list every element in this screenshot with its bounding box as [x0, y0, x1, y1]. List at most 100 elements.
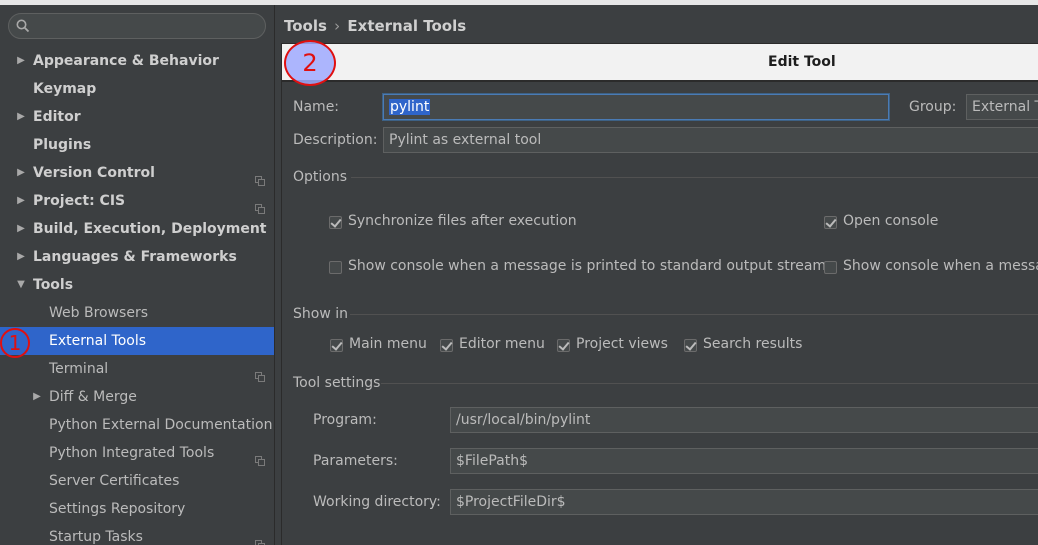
project-level-icon [255, 196, 265, 214]
group-combobox[interactable]: External Tools [966, 94, 1038, 120]
settings-search-input[interactable] [8, 13, 266, 39]
sidebar-item-python-external-documentation[interactable]: Python External Documentation [0, 411, 274, 439]
collapsed-arrow-icon[interactable]: ▶ [14, 47, 28, 75]
sidebar-item-label: Languages & Frameworks [33, 249, 237, 265]
collapsed-arrow-icon[interactable]: ▶ [14, 103, 28, 131]
show-console-stderr-checkbox[interactable] [824, 261, 837, 274]
collapsed-arrow-icon[interactable]: ▶ [14, 159, 28, 187]
sidebar-item-label: Version Control [33, 165, 155, 181]
sidebar-item-plugins[interactable]: Plugins [0, 131, 274, 159]
project-level-icon [255, 168, 265, 186]
tool-settings-section-divider [381, 383, 1038, 384]
group-label: Group: [909, 99, 957, 115]
show-in-section-divider [350, 314, 1038, 315]
sync-files-checkbox[interactable] [329, 216, 342, 229]
name-field[interactable]: pylint [383, 94, 889, 120]
working-directory-label: Working directory: [313, 494, 441, 510]
editor-menu-label[interactable]: Editor menu [459, 336, 545, 352]
main-menu-checkbox[interactable] [330, 339, 343, 352]
tool-settings-section-title: Tool settings [293, 375, 381, 391]
annotation-marker-2: 2 [284, 40, 336, 86]
sidebar-item-label: Project: CIS [33, 193, 126, 209]
project-level-icon [255, 448, 265, 466]
sidebar-item-web-browsers[interactable]: Web Browsers [0, 299, 274, 327]
dialog-title: Edit Tool [768, 54, 836, 70]
project-views-checkbox[interactable] [557, 339, 570, 352]
open-console-checkbox[interactable] [824, 216, 837, 229]
open-console-label[interactable]: Open console [843, 213, 938, 229]
sidebar-item-label: Tools [33, 277, 74, 293]
sidebar-item-editor[interactable]: ▶ Editor [0, 103, 274, 131]
settings-sidebar: ▶ Appearance & Behavior Keymap ▶ Editor Plugi… [0, 5, 274, 545]
sidebar-item-terminal[interactable]: Terminal [0, 355, 274, 383]
expanded-arrow-icon[interactable]: ▼ [14, 271, 28, 299]
parameters-field[interactable]: $FilePath$ [450, 448, 1038, 474]
sidebar-item-label: External Tools [49, 333, 147, 349]
sidebar-item-python-integrated-tools[interactable]: Python Integrated Tools [0, 439, 274, 467]
sidebar-item-external-tools[interactable]: External Tools [0, 327, 274, 355]
sidebar-item-label: Diff & Merge [49, 389, 137, 405]
collapsed-arrow-icon[interactable]: ▶ [30, 383, 44, 411]
settings-tree: ▶ Appearance & Behavior Keymap ▶ Editor Plugi… [0, 47, 274, 545]
editor-menu-checkbox[interactable] [440, 339, 453, 352]
working-directory-field-value: $ProjectFileDir$ [456, 494, 566, 510]
breadcrumb: Tools › External Tools [284, 17, 466, 35]
sidebar-item-appearance-behavior[interactable]: ▶ Appearance & Behavior [0, 47, 274, 75]
working-directory-field[interactable]: $ProjectFileDir$ [450, 489, 1038, 515]
sidebar-item-startup-tasks[interactable]: Startup Tasks [0, 523, 274, 545]
name-field-value: pylint [389, 99, 431, 115]
show-console-stdout-label[interactable]: Show console when a message is printed t… [348, 258, 826, 274]
project-views-label[interactable]: Project views [576, 336, 668, 352]
sidebar-item-label: Appearance & Behavior [33, 53, 219, 69]
collapsed-arrow-icon[interactable]: ▶ [14, 215, 28, 243]
search-results-label[interactable]: Search results [703, 336, 802, 352]
main-menu-label[interactable]: Main menu [349, 336, 427, 352]
program-label: Program: [313, 412, 377, 428]
options-section-title: Options [293, 169, 348, 185]
sidebar-item-label: Keymap [33, 81, 97, 97]
sidebar-item-label: Settings Repository [49, 501, 186, 517]
sidebar-item-label: Python Integrated Tools [49, 445, 215, 461]
sidebar-item-project-cis[interactable]: ▶ Project: CIS [0, 187, 274, 215]
sidebar-item-server-certificates[interactable]: Server Certificates [0, 467, 274, 495]
search-icon [16, 19, 30, 33]
annotation-marker-1: 1 [0, 328, 30, 358]
search-results-checkbox[interactable] [684, 339, 697, 352]
description-label: Description: [293, 132, 378, 148]
collapsed-arrow-icon[interactable]: ▶ [14, 187, 28, 215]
project-level-icon [255, 364, 265, 382]
sync-files-label[interactable]: Synchronize files after execution [348, 213, 577, 229]
sidebar-item-build-execution-deployment[interactable]: ▶ Build, Execution, Deployment [0, 215, 274, 243]
name-label: Name: [293, 99, 340, 115]
sidebar-item-label: Python External Documentation [49, 417, 273, 433]
collapsed-arrow-icon[interactable]: ▶ [14, 243, 28, 271]
show-console-stderr-label[interactable]: Show console when a message is printed t… [843, 258, 1038, 274]
show-in-section-title: Show in [293, 306, 348, 322]
sidebar-item-keymap[interactable]: Keymap [0, 75, 274, 103]
sidebar-item-label: Server Certificates [49, 473, 180, 489]
sidebar-item-label: Build, Execution, Deployment [33, 221, 267, 237]
settings-content: Tools › External Tools Edit Tool Name: p… [275, 5, 1038, 545]
description-field[interactable]: Pylint as external tool [383, 127, 1038, 153]
sidebar-item-label: Plugins [33, 137, 92, 153]
program-field[interactable]: /usr/local/bin/pylint [450, 407, 1038, 433]
sidebar-item-label: Terminal [49, 361, 109, 377]
sidebar-item-version-control[interactable]: ▶ Version Control [0, 159, 274, 187]
project-level-icon [255, 532, 265, 545]
sidebar-item-tools[interactable]: ▼ Tools [0, 271, 274, 299]
breadcrumb-current: External Tools [347, 17, 467, 35]
sidebar-item-label: Web Browsers [49, 305, 148, 321]
sidebar-item-label: Editor [33, 109, 81, 125]
sidebar-item-label: Startup Tasks [49, 529, 143, 545]
program-field-value: /usr/local/bin/pylint [456, 412, 591, 428]
show-console-stdout-checkbox[interactable] [329, 261, 342, 274]
parameters-label: Parameters: [313, 453, 398, 469]
breadcrumb-separator: › [334, 17, 341, 35]
dialog-title-bar[interactable]: Edit Tool [282, 44, 1038, 82]
parameters-field-value: $FilePath$ [456, 453, 528, 469]
breadcrumb-parent[interactable]: Tools [284, 17, 327, 35]
description-field-value: Pylint as external tool [389, 132, 542, 148]
sidebar-item-languages-frameworks[interactable]: ▶ Languages & Frameworks [0, 243, 274, 271]
sidebar-item-settings-repository[interactable]: Settings Repository [0, 495, 274, 523]
sidebar-item-diff-merge[interactable]: ▶ Diff & Merge [0, 383, 274, 411]
